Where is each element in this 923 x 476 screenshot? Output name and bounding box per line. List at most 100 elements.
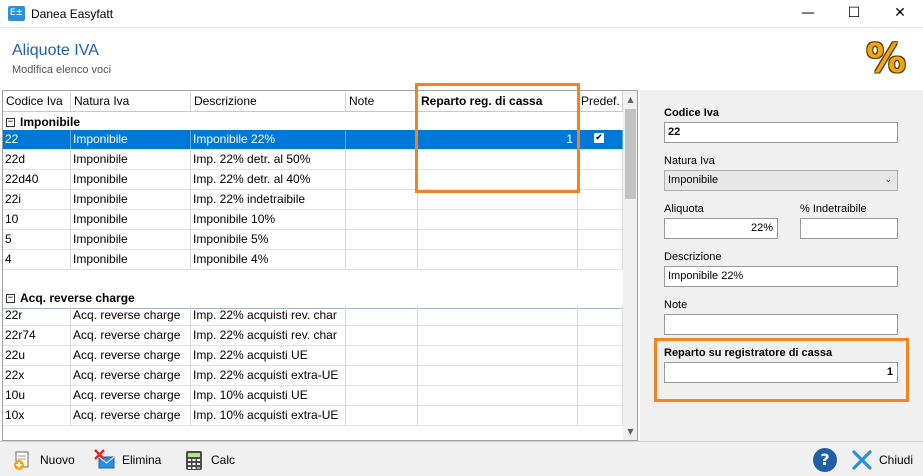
delete-button[interactable]: Elimina xyxy=(94,448,161,472)
column-header-note[interactable]: Note xyxy=(346,91,418,112)
cell-natura: Acq. reverse charge xyxy=(71,346,191,365)
window-title: Danea Easyfatt xyxy=(31,7,114,21)
natura-select[interactable]: Imponibile ⌄ xyxy=(664,170,898,191)
page-subtitle: Modifica elenco voci xyxy=(12,64,112,76)
cell-natura: Imponibile xyxy=(71,190,191,209)
cell-reparto xyxy=(418,250,578,269)
cell-note xyxy=(346,406,418,425)
new-document-icon xyxy=(12,449,34,471)
table-row[interactable]: 22i Imponibile Imp. 22% indetraibile xyxy=(3,190,623,210)
table-row[interactable]: 22x Acq. reverse charge Imp. 22% acquisti … xyxy=(3,366,623,386)
cell-descrizione: Imp. 22% acquisti UE xyxy=(191,346,346,365)
calc-button-label: Calc xyxy=(211,453,236,467)
delete-button-label: Elimina xyxy=(122,453,162,467)
table-row[interactable]: 22r74 Acq. reverse charge Imp. 22% acquist… xyxy=(3,326,623,346)
cell-note xyxy=(346,150,418,169)
cell-note xyxy=(346,130,418,149)
cell-natura: Acq. reverse charge xyxy=(71,386,191,405)
vertical-scrollbar[interactable]: ▲ ▼ xyxy=(623,91,637,440)
calc-button[interactable]: Calc xyxy=(183,448,235,472)
reparto-field[interactable]: 1 xyxy=(664,362,898,383)
close-button-label: Chiudi xyxy=(879,453,914,467)
vat-grid: Codice Iva Natura Iva Descrizione Note R… xyxy=(2,90,638,441)
cell-descrizione: Imp. 22% indetraibile xyxy=(191,190,346,209)
aliquota-field[interactable]: 22% xyxy=(664,218,778,239)
table-row[interactable]: 5 Imponibile Imponibile 5% xyxy=(3,230,623,250)
column-header-natura[interactable]: Natura Iva xyxy=(71,91,191,112)
cell-codice: 22r74 xyxy=(3,326,71,345)
cell-codice: 22i xyxy=(3,190,71,209)
cell-descrizione: Imponibile 22% xyxy=(191,130,346,149)
cell-note xyxy=(346,326,418,345)
table-row[interactable]: 22 Imponibile Imponibile 22% 1 ✔ xyxy=(3,130,623,150)
cell-codice: 10u xyxy=(3,386,71,405)
scroll-thumb[interactable] xyxy=(625,109,636,199)
table-row[interactable]: 22d40 Imponibile Imp. 22% detr. al 40% xyxy=(3,170,623,190)
indetraibile-field[interactable] xyxy=(800,218,898,239)
column-header-reparto[interactable]: Reparto reg. di cassa xyxy=(418,91,578,112)
cell-codice: 4 xyxy=(3,250,71,269)
cell-reparto xyxy=(418,170,578,189)
cell-descrizione: Imponibile 5% xyxy=(191,230,346,249)
maximize-button[interactable]: ☐ xyxy=(831,0,877,28)
codice-field[interactable]: 22 xyxy=(664,122,898,143)
cell-codice: 22d xyxy=(3,150,71,169)
collapse-toggle-icon[interactable]: − xyxy=(6,294,15,303)
new-button[interactable]: Nuovo xyxy=(12,448,75,472)
note-label: Note xyxy=(664,299,688,311)
descrizione-field[interactable]: Imponibile 22% xyxy=(664,266,898,287)
cell-predef xyxy=(578,366,623,385)
app-icon: E± xyxy=(8,6,25,21)
group-label: Imponibile xyxy=(20,115,80,129)
minimize-button[interactable]: — xyxy=(785,0,831,28)
cell-reparto xyxy=(418,346,578,365)
table-row[interactable]: 22r Acq. reverse charge Imp. 22% acquisti … xyxy=(3,306,623,326)
checkbox-checked-icon[interactable]: ✔ xyxy=(594,133,604,143)
table-row[interactable]: 10 Imponibile Imponibile 10% xyxy=(3,210,623,230)
note-field[interactable] xyxy=(664,314,898,335)
cell-note xyxy=(346,306,418,325)
cell-natura: Acq. reverse charge xyxy=(71,306,191,325)
cell-descrizione: Imp. 22% acquisti rev. char xyxy=(191,326,346,345)
cell-reparto xyxy=(418,150,578,169)
cell-descrizione: Imp. 22% acquisti extra-UE xyxy=(191,366,346,385)
cell-reparto xyxy=(418,190,578,209)
table-row[interactable]: 22d Imponibile Imp. 22% detr. al 50% xyxy=(3,150,623,170)
table-row[interactable]: 10x Acq. reverse charge Imp. 10% acquisti … xyxy=(3,406,623,426)
collapse-toggle-icon[interactable]: − xyxy=(6,118,15,127)
cell-descrizione: Imp. 22% detr. al 50% xyxy=(191,150,346,169)
chevron-down-icon: ⌄ xyxy=(884,175,892,185)
table-row[interactable]: 10u Acq. reverse charge Imp. 10% acquisti … xyxy=(3,386,623,406)
scroll-up-icon[interactable]: ▲ xyxy=(623,91,637,108)
cell-reparto xyxy=(418,210,578,229)
close-button[interactable]: Chiudi xyxy=(851,448,913,472)
column-header-descrizione[interactable]: Descrizione xyxy=(191,91,346,112)
page-title: Aliquote IVA xyxy=(12,42,99,59)
indetraibile-label: % Indetraibile xyxy=(800,203,867,215)
column-header-predef[interactable]: Predef. xyxy=(578,91,623,112)
cell-descrizione: Imponibile 10% xyxy=(191,210,346,229)
column-header-codice[interactable]: Codice Iva xyxy=(3,91,71,112)
group-label: Acq. reverse charge xyxy=(20,291,135,305)
close-icon xyxy=(851,449,873,471)
cell-reparto xyxy=(418,306,578,325)
table-row[interactable]: 4 Imponibile Imponibile 4% xyxy=(3,250,623,270)
cell-predef xyxy=(578,346,623,365)
close-window-button[interactable]: ✕ xyxy=(877,0,923,28)
natura-label: Natura Iva xyxy=(664,155,715,167)
natura-select-value: Imponibile xyxy=(668,174,719,186)
descrizione-label: Descrizione xyxy=(664,251,722,263)
cell-descrizione: Imp. 22% acquisti rev. char xyxy=(191,306,346,325)
cell-codice: 22d40 xyxy=(3,170,71,189)
cell-reparto xyxy=(418,230,578,249)
scroll-down-icon[interactable]: ▼ xyxy=(623,423,637,440)
header: Aliquote IVA Modifica elenco voci xyxy=(0,28,923,90)
table-row[interactable]: 22u Acq. reverse charge Imp. 22% acquisti … xyxy=(3,346,623,366)
help-icon[interactable]: ? xyxy=(813,448,837,472)
cell-note xyxy=(346,346,418,365)
cell-natura: Imponibile xyxy=(71,150,191,169)
detail-panel: Codice Iva 22 Natura Iva Imponibile ⌄ Al… xyxy=(640,90,923,441)
cell-descrizione: Imp. 10% acquisti extra-UE xyxy=(191,406,346,425)
cell-natura: Imponibile xyxy=(71,250,191,269)
cell-predef xyxy=(578,406,623,425)
